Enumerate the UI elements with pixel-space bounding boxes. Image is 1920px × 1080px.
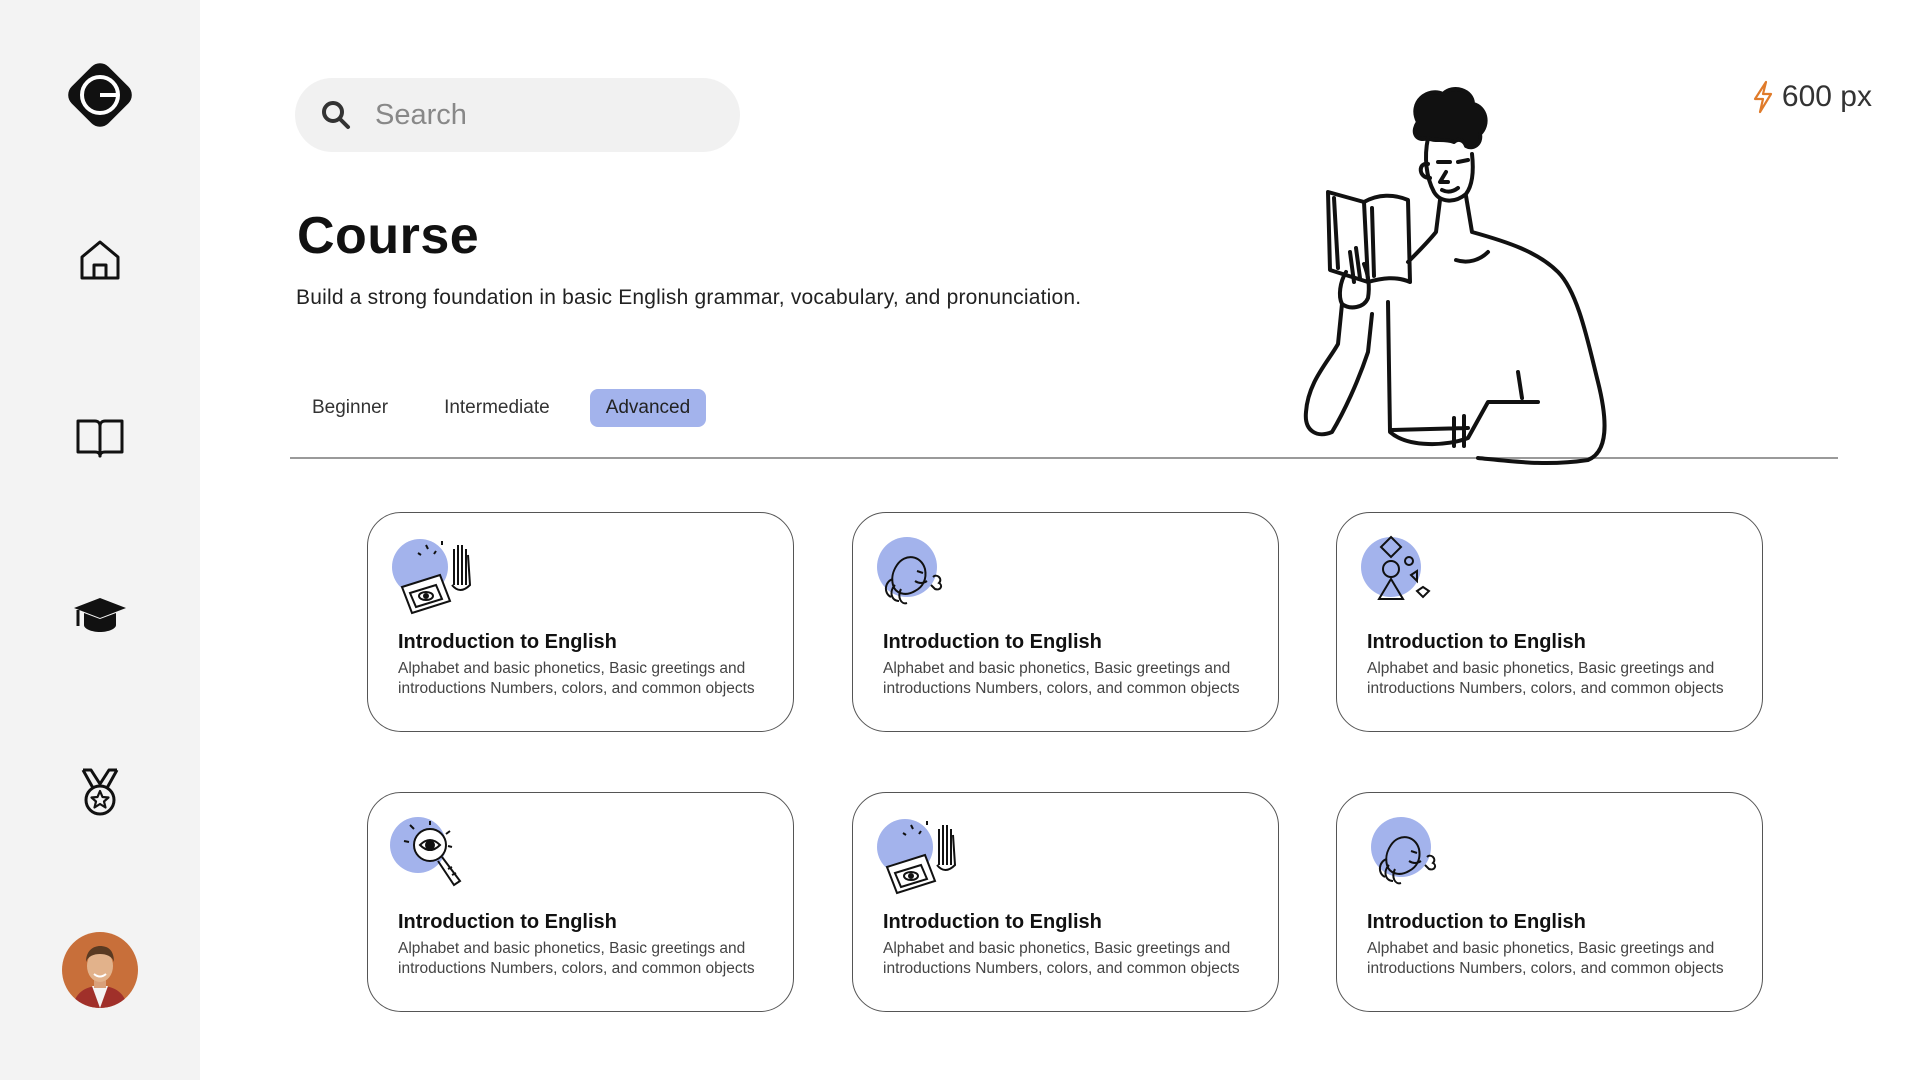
page-title: Course bbox=[297, 207, 480, 265]
card-title: Introduction to English bbox=[883, 631, 1102, 653]
course-card[interactable]: Introduction to English Alphabet and bas… bbox=[1336, 512, 1763, 732]
tab-intermediate[interactable]: Intermediate bbox=[428, 389, 566, 427]
card-title: Introduction to English bbox=[1367, 631, 1586, 653]
course-card[interactable]: Introduction to English Alphabet and bas… bbox=[852, 792, 1279, 1012]
sidebar-item-learning[interactable] bbox=[70, 588, 130, 644]
magnifier-eye-illustration bbox=[390, 817, 462, 887]
level-tabs: Beginner Intermediate Advanced bbox=[296, 389, 730, 427]
course-card[interactable]: Introduction to English Alphabet and bas… bbox=[1336, 792, 1763, 1012]
laptop-hand-illustration bbox=[392, 539, 472, 615]
sidebar-item-home[interactable] bbox=[72, 232, 128, 288]
app-logo[interactable]: G bbox=[60, 55, 140, 135]
sidebar-item-courses[interactable] bbox=[72, 410, 128, 466]
card-description: Alphabet and basic phonetics, Basic gree… bbox=[398, 940, 755, 977]
card-description: Alphabet and basic phonetics, Basic gree… bbox=[883, 660, 1240, 697]
card-description: Alphabet and basic phonetics, Basic gree… bbox=[1367, 660, 1724, 697]
card-title: Introduction to English bbox=[1367, 911, 1586, 933]
speaking-head-illustration bbox=[1371, 817, 1437, 885]
course-card[interactable]: Introduction to English Alphabet and bas… bbox=[367, 792, 794, 1012]
sidebar: G bbox=[0, 0, 200, 1080]
avatar[interactable] bbox=[62, 932, 138, 1008]
card-title: Introduction to English bbox=[883, 911, 1102, 933]
laptop-hand-illustration bbox=[877, 819, 957, 895]
points-value: 600 px bbox=[1781, 80, 1872, 113]
card-description: Alphabet and basic phonetics, Basic gree… bbox=[1367, 940, 1724, 977]
card-title: Introduction to English bbox=[398, 631, 617, 653]
graduation-cap-icon bbox=[74, 598, 126, 632]
card-title: Introduction to English bbox=[398, 911, 617, 933]
medal-icon bbox=[81, 768, 119, 816]
course-card[interactable]: Introduction to English Alphabet and bas… bbox=[852, 512, 1279, 732]
page-subtitle: Build a strong foundation in basic Engli… bbox=[296, 286, 1082, 309]
tab-advanced[interactable]: Advanced bbox=[589, 389, 707, 427]
sidebar-item-achievements[interactable] bbox=[72, 764, 128, 820]
logo-icon: G bbox=[68, 63, 132, 127]
card-description: Alphabet and basic phonetics, Basic gree… bbox=[883, 940, 1240, 977]
home-icon bbox=[80, 240, 120, 280]
reading-person-illustration bbox=[1303, 87, 1607, 466]
course-card[interactable]: Introduction to English Alphabet and bas… bbox=[367, 512, 794, 732]
search-bar[interactable] bbox=[295, 78, 740, 152]
search-input[interactable] bbox=[375, 98, 705, 132]
lightning-icon bbox=[1753, 80, 1773, 114]
card-description: Alphabet and basic phonetics, Basic gree… bbox=[398, 660, 755, 697]
user-avatar-icon bbox=[62, 932, 138, 1008]
book-icon bbox=[76, 419, 124, 458]
tab-beginner[interactable]: Beginner bbox=[296, 389, 404, 427]
shapes-figure-illustration bbox=[1361, 535, 1431, 600]
search-icon[interactable] bbox=[319, 98, 353, 132]
points-display: 600 px bbox=[1752, 80, 1872, 114]
speaking-head-illustration bbox=[877, 537, 943, 605]
